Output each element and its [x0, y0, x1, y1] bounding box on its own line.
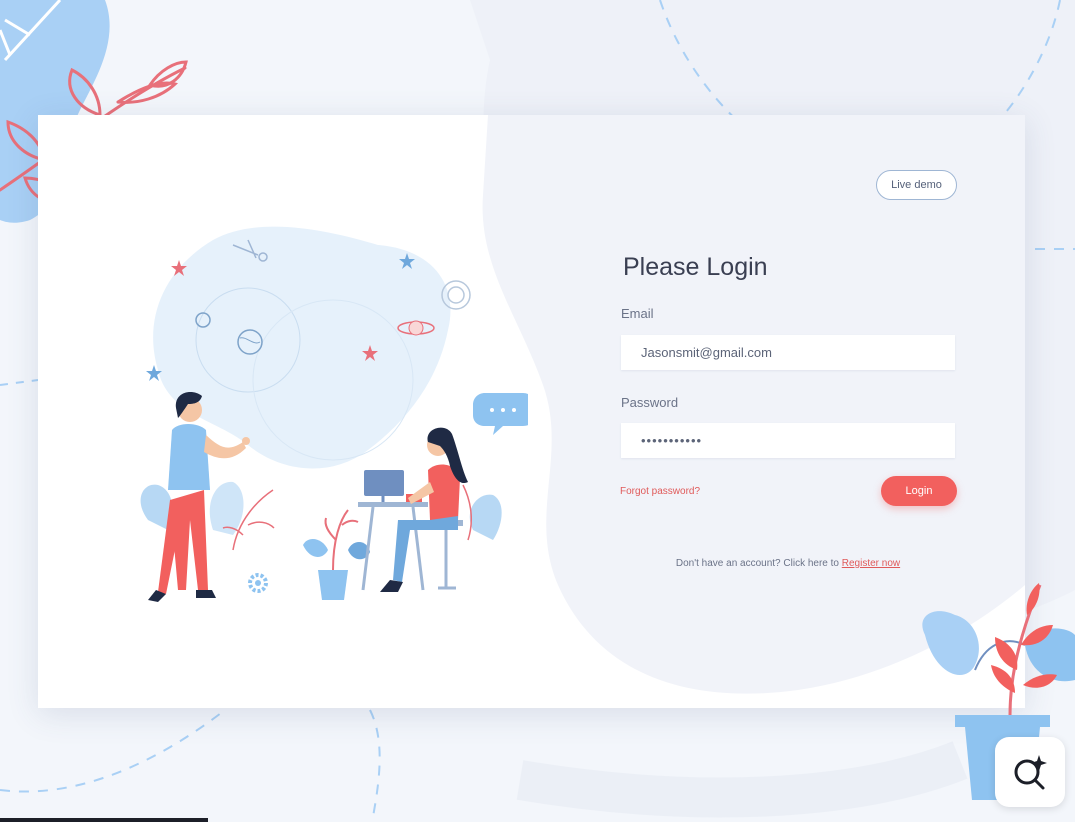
- zoom-sparkle-button[interactable]: [995, 737, 1065, 807]
- email-label: Email: [621, 306, 654, 321]
- zoom-sparkle-icon: [1014, 755, 1047, 790]
- page-title: Please Login: [623, 253, 768, 281]
- forgot-password-link[interactable]: Forgot password?: [620, 486, 700, 497]
- password-label: Password: [621, 395, 679, 410]
- login-button[interactable]: Login: [881, 476, 957, 506]
- register-now-link[interactable]: Register now: [842, 558, 900, 569]
- password-field[interactable]: •••••••••••: [621, 423, 955, 458]
- people-working-illustration: [140, 226, 528, 602]
- register-prompt: Don't have an account? Click here to Reg…: [578, 558, 998, 569]
- login-card: Live demo Please Login Email Jasonsmit@g…: [38, 115, 1025, 708]
- live-demo-button[interactable]: Live demo: [876, 170, 957, 200]
- email-field[interactable]: Jasonsmit@gmail.com: [621, 335, 955, 370]
- register-prompt-text: Don't have an account? Click here to: [675, 558, 842, 569]
- bottom-edge-bar: [0, 818, 208, 822]
